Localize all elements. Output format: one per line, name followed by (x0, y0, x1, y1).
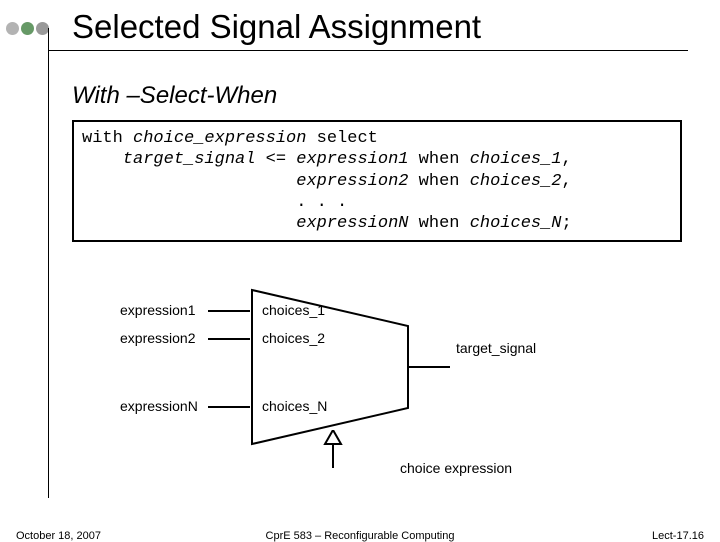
choice-label-n: choices_N (262, 398, 327, 414)
wire-out (408, 366, 450, 368)
expression-2: expression2 (296, 172, 408, 191)
footer-course: CprE 583 – Reconfigurable Computing (0, 530, 720, 542)
slide-title: Selected Signal Assignment (72, 8, 481, 46)
vertical-rule (48, 28, 49, 498)
choice-expression: choice_expression (133, 129, 306, 148)
kw-when-1: when (408, 150, 469, 169)
dot-icon (21, 22, 34, 35)
choices-1: choices_1 (470, 150, 562, 169)
kw-select: select (306, 129, 377, 148)
mux-diagram: expression1 expression2 expressionN choi… (120, 288, 590, 490)
ellipsis: . . . (82, 193, 347, 212)
select-label: choice expression (400, 460, 512, 476)
input-label-2: expression2 (120, 330, 196, 346)
choice-label-2: choices_2 (262, 330, 325, 346)
slide-subtitle: With –Select-When (72, 82, 277, 110)
target-signal: target_signal (82, 150, 255, 169)
kw-with: with (82, 129, 133, 148)
syntax-box: with choice_expression select target_sig… (72, 120, 682, 242)
expression-n: expressionN (296, 214, 408, 233)
dot-icon (6, 22, 19, 35)
output-label: target_signal (456, 340, 536, 356)
arrow-up-icon (318, 430, 348, 470)
semicolon: ; (562, 214, 572, 233)
decorative-dots (6, 22, 49, 35)
choices-n: choices_N (470, 214, 562, 233)
indent-2 (82, 172, 296, 191)
title-underline (48, 50, 688, 51)
input-label-1: expression1 (120, 302, 196, 318)
wire-in-n (208, 406, 250, 408)
kw-when-2: when (408, 172, 469, 191)
assign-op: <= (255, 150, 296, 169)
choices-2: choices_2 (470, 172, 562, 191)
comma-2: , (562, 172, 572, 191)
footer-page: Lect-17.16 (652, 530, 704, 542)
indent-n (82, 214, 296, 233)
expression-1: expression1 (296, 150, 408, 169)
comma-1: , (562, 150, 572, 169)
wire-in-1 (208, 310, 250, 312)
choice-label-1: choices_1 (262, 302, 325, 318)
wire-in-2 (208, 338, 250, 340)
input-label-n: expressionN (120, 398, 198, 414)
kw-when-n: when (408, 214, 469, 233)
